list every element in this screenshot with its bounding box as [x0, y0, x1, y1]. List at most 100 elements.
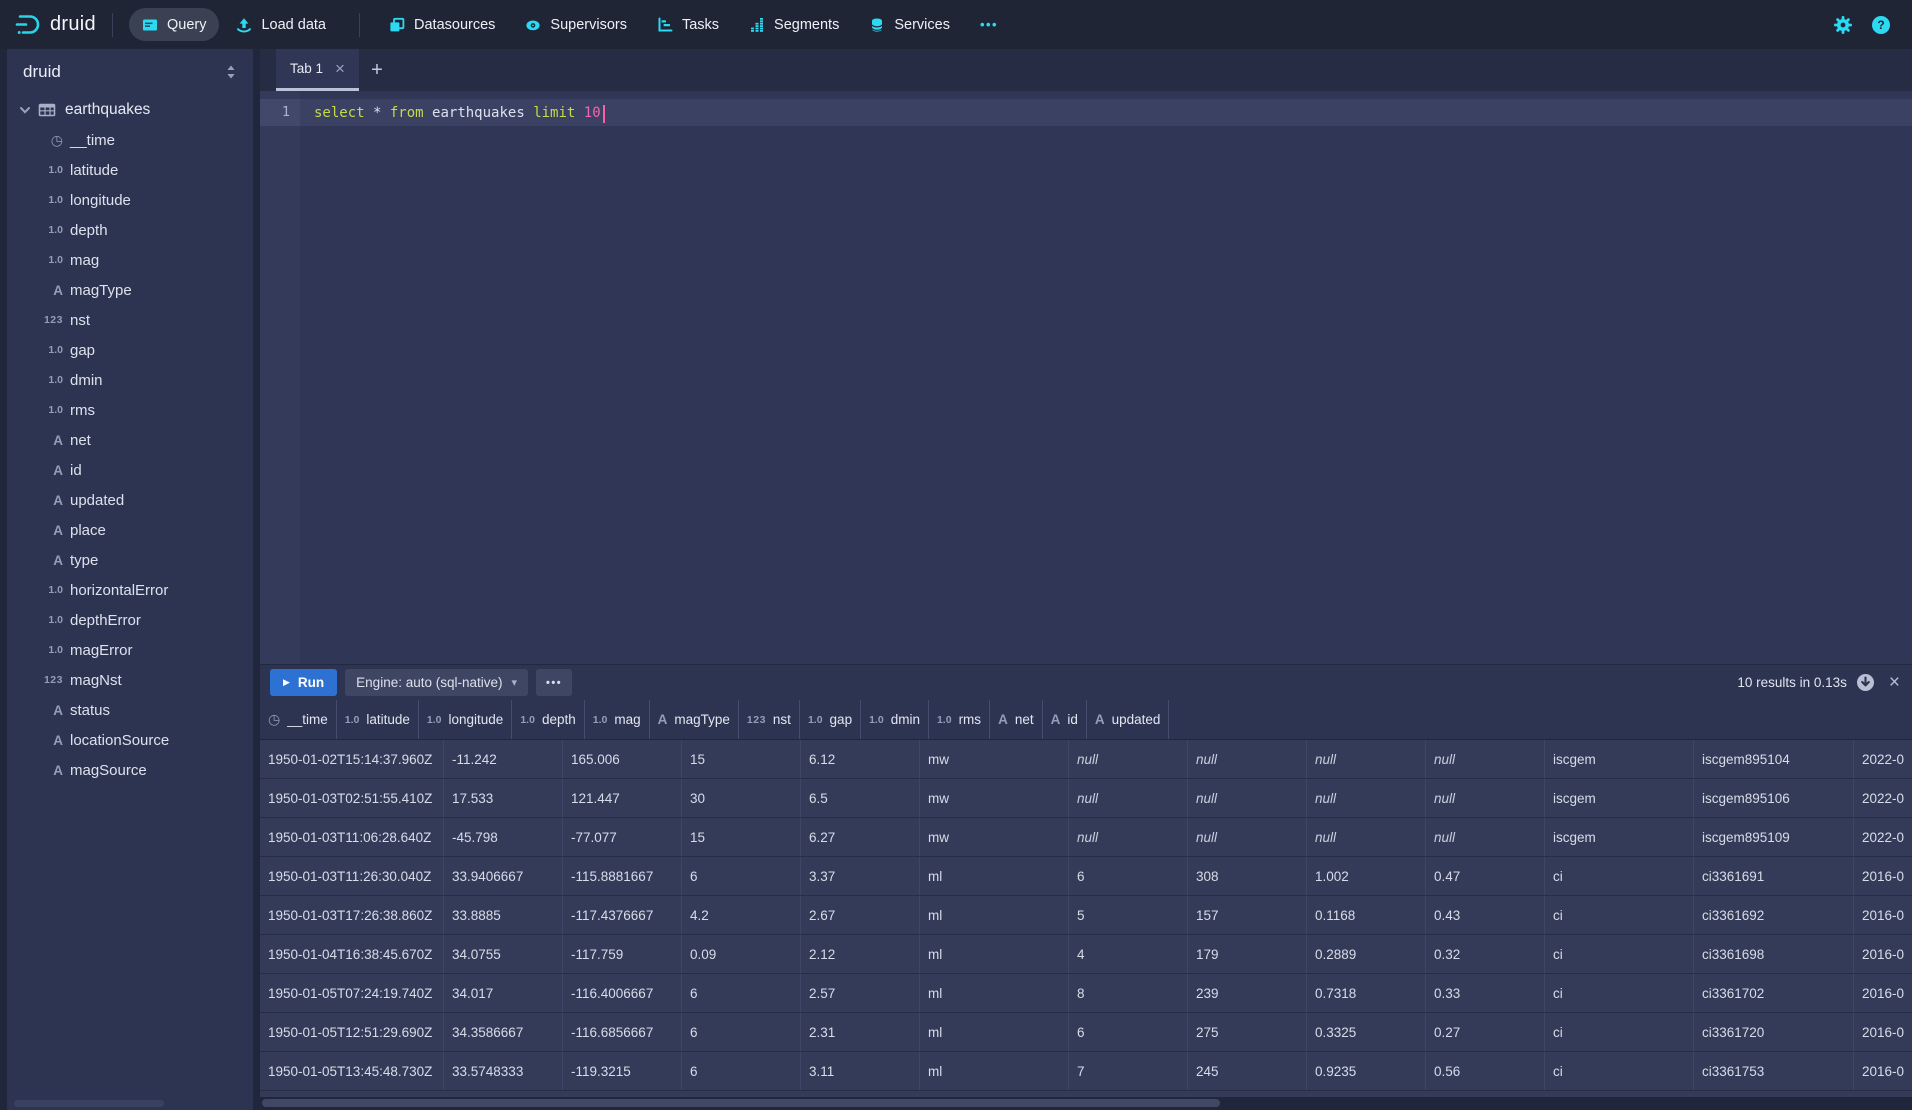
results-column-header[interactable]: 1.0 longitude — [419, 700, 512, 739]
cell-depth[interactable]: 6 — [682, 1052, 801, 1090]
sidebar-column-item[interactable]: A locationSource — [7, 725, 253, 755]
cell-latitude[interactable]: 33.8885 — [444, 896, 563, 934]
sql-code[interactable]: select * from earthquakes limit 10 — [300, 99, 1912, 126]
cell-gap[interactable]: 179 — [1188, 935, 1307, 973]
results-column-header[interactable]: 1.0 gap — [800, 700, 861, 739]
sidebar-column-item[interactable]: 1.0 depthError — [7, 605, 253, 635]
tab-1[interactable]: Tab 1 × — [276, 49, 359, 91]
run-button[interactable]: ▶ Run — [270, 669, 337, 696]
sidebar-column-item[interactable]: A status — [7, 695, 253, 725]
cell-latitude[interactable]: 17.533 — [444, 779, 563, 817]
cell-longitude[interactable]: -77.077 — [563, 818, 682, 856]
cell-magType[interactable]: mw — [920, 818, 1069, 856]
cell-id[interactable]: ci3361692 — [1694, 896, 1854, 934]
cell-latitude[interactable]: -45.798 — [444, 818, 563, 856]
cell-gap[interactable]: 308 — [1188, 857, 1307, 895]
results-column-header[interactable]: ◷ __time — [260, 700, 337, 739]
cell-net[interactable]: ci — [1545, 974, 1694, 1012]
cell-depth[interactable]: 30 — [682, 779, 801, 817]
cell-depth[interactable]: 0.09 — [682, 935, 801, 973]
nav-item-datasources[interactable]: Datasources — [376, 8, 508, 41]
cell-net[interactable]: ci — [1545, 1052, 1694, 1090]
cell-longitude[interactable]: -116.6856667 — [563, 1013, 682, 1051]
cell-rms[interactable]: 0.47 — [1426, 857, 1545, 895]
cell-latitude[interactable]: 34.0755 — [444, 935, 563, 973]
cell-net[interactable]: ci — [1545, 935, 1694, 973]
cell-latitude[interactable]: -11.242 — [444, 740, 563, 778]
sidebar-header[interactable]: druid — [7, 49, 253, 95]
cell-latitude[interactable]: 33.9406667 — [444, 857, 563, 895]
download-results-button[interactable] — [1855, 672, 1877, 694]
cell-nst[interactable]: 8 — [1069, 974, 1188, 1012]
sidebar-column-item[interactable]: 1.0 dmin — [7, 365, 253, 395]
cell-id[interactable]: ci3361720 — [1694, 1013, 1854, 1051]
cell-net[interactable]: iscgem — [1545, 740, 1694, 778]
cell-updated[interactable]: 2016-0 — [1854, 896, 1912, 934]
sidebar-column-item[interactable]: A updated — [7, 485, 253, 515]
cell-updated[interactable]: 2016-0 — [1854, 857, 1912, 895]
results-column-header[interactable]: 123 nst — [739, 700, 800, 739]
cell-time[interactable]: 1950-01-05T07:24:19.740Z — [260, 974, 444, 1012]
cell-rms[interactable]: 0.27 — [1426, 1013, 1545, 1051]
results-column-header[interactable]: 1.0 mag — [585, 700, 650, 739]
cell-mag[interactable]: 6.5 — [801, 779, 920, 817]
results-column-header[interactable]: 1.0 dmin — [861, 700, 929, 739]
cell-depth[interactable]: 4.2 — [682, 896, 801, 934]
sidebar-item-earthquakes-table[interactable]: earthquakes — [7, 95, 253, 125]
results-column-header[interactable]: A updated — [1087, 700, 1170, 739]
cell-net[interactable]: ci — [1545, 1013, 1694, 1051]
cell-net[interactable]: iscgem — [1545, 779, 1694, 817]
cell-net[interactable]: ci — [1545, 896, 1694, 934]
sidebar-column-item[interactable]: 1.0 longitude — [7, 185, 253, 215]
sidebar-column-item[interactable]: A id — [7, 455, 253, 485]
results-column-header[interactable]: 1.0 latitude — [337, 700, 419, 739]
tab-close-icon[interactable]: × — [335, 60, 345, 77]
cell-dmin[interactable]: null — [1307, 779, 1426, 817]
cell-gap[interactable]: null — [1188, 779, 1307, 817]
cell-updated[interactable]: 2022-0 — [1854, 740, 1912, 778]
cell-longitude[interactable]: -115.8881667 — [563, 857, 682, 895]
cell-rms[interactable]: 0.33 — [1426, 974, 1545, 1012]
cell-mag[interactable]: 2.12 — [801, 935, 920, 973]
nav-item-segments[interactable]: Segments — [736, 8, 852, 41]
double-caret-sort-icon[interactable] — [223, 64, 239, 80]
add-tab-button[interactable]: + — [359, 49, 395, 91]
nav-more-button[interactable]: ••• — [967, 8, 1011, 41]
cell-mag[interactable]: 6.27 — [801, 818, 920, 856]
sidebar-column-item[interactable]: A net — [7, 425, 253, 455]
nav-item-supervisors[interactable]: Supervisors — [512, 8, 640, 41]
cell-mag[interactable]: 2.31 — [801, 1013, 920, 1051]
cell-time[interactable]: 1950-01-05T13:45:48.730Z — [260, 1052, 444, 1090]
cell-updated[interactable]: 2016-0 — [1854, 935, 1912, 973]
cell-dmin[interactable]: 0.9235 — [1307, 1052, 1426, 1090]
cell-rms[interactable]: null — [1426, 740, 1545, 778]
cell-id[interactable]: iscgem895104 — [1694, 740, 1854, 778]
cell-time[interactable]: 1950-01-03T11:26:30.040Z — [260, 857, 444, 895]
cell-dmin[interactable]: 0.7318 — [1307, 974, 1426, 1012]
cell-gap[interactable]: 239 — [1188, 974, 1307, 1012]
cell-net[interactable]: iscgem — [1545, 818, 1694, 856]
cell-mag[interactable]: 3.11 — [801, 1052, 920, 1090]
cell-net[interactable]: ci — [1545, 857, 1694, 895]
sql-line-1[interactable]: 1 select * from earthquakes limit 10 — [260, 99, 1912, 126]
cell-dmin[interactable]: 0.1168 — [1307, 896, 1426, 934]
druid-logo[interactable]: druid — [14, 11, 96, 38]
cell-id[interactable]: iscgem895106 — [1694, 779, 1854, 817]
results-column-header[interactable]: 1.0 rms — [929, 700, 990, 739]
sidebar-column-item[interactable]: 1.0 depth — [7, 215, 253, 245]
cell-longitude[interactable]: 165.006 — [563, 740, 682, 778]
results-horizontal-scrollbar[interactable] — [260, 1097, 1912, 1110]
cell-rms[interactable]: null — [1426, 818, 1545, 856]
settings-gear-button[interactable] — [1832, 14, 1854, 36]
sidebar-column-item[interactable]: 1.0 latitude — [7, 155, 253, 185]
cell-longitude[interactable]: 121.447 — [563, 779, 682, 817]
cell-gap[interactable]: 157 — [1188, 896, 1307, 934]
cell-magType[interactable]: mw — [920, 779, 1069, 817]
cell-id[interactable]: ci3361691 — [1694, 857, 1854, 895]
cell-mag[interactable]: 3.37 — [801, 857, 920, 895]
sidebar-column-item[interactable]: ◷ __time — [7, 125, 253, 155]
cell-gap[interactable]: null — [1188, 818, 1307, 856]
cell-updated[interactable]: 2022-0 — [1854, 818, 1912, 856]
cell-magType[interactable]: ml — [920, 1052, 1069, 1090]
sidebar-column-item[interactable]: 1.0 rms — [7, 395, 253, 425]
